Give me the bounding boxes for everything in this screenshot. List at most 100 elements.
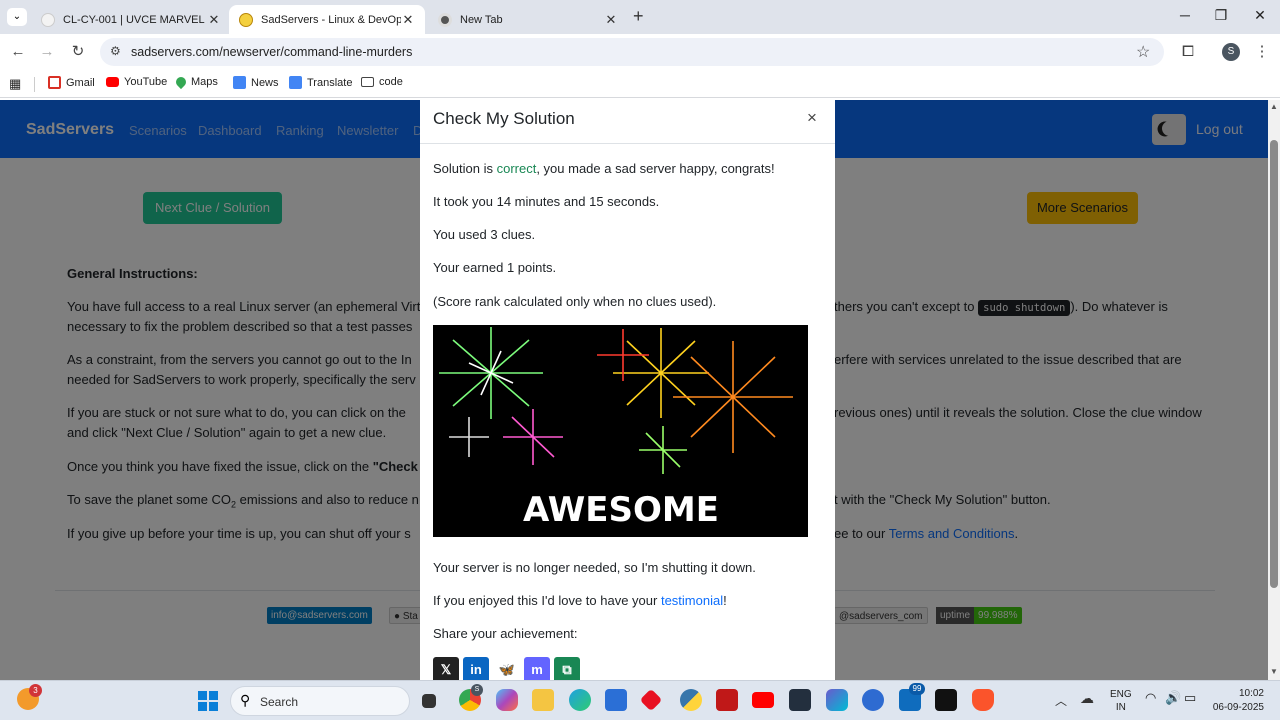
profile-avatar[interactable]: S (1222, 43, 1240, 61)
copy-link-button[interactable]: ⧉ (554, 657, 580, 680)
close-tab-icon[interactable]: ✕ (401, 12, 415, 28)
new-tab-button[interactable]: + (633, 6, 644, 27)
search-icon: ⚲ (240, 692, 251, 708)
maximize-button[interactable]: ❐ (1210, 7, 1232, 25)
bookmark-label: Maps (191, 76, 218, 88)
task-view-icon[interactable] (422, 694, 436, 708)
share-x-button[interactable]: 𝕏 (433, 657, 459, 680)
bookmark-label: News (251, 76, 279, 89)
bookmark-translate[interactable]: Translate (289, 76, 352, 89)
brave-icon[interactable] (972, 689, 994, 711)
profile-initial: S (1227, 46, 1235, 57)
bookmark-youtube[interactable]: YouTube (106, 76, 167, 88)
weather-widget[interactable]: 3 (17, 684, 42, 710)
bookmark-gmail[interactable]: Gmail (48, 76, 95, 89)
share-heading: Share your achievement: (433, 626, 578, 641)
bookmark-code[interactable]: code (361, 76, 403, 88)
tab-new-tab[interactable]: New Tab ✕ (428, 5, 628, 34)
profile-badge: S (471, 684, 483, 696)
close-tab-icon[interactable]: ✕ (604, 12, 618, 28)
apps-grid-icon[interactable]: ▦ (9, 76, 21, 92)
chrome-favicon-icon (438, 12, 452, 27)
tab-title: New Tab (460, 13, 503, 26)
modal-header: Check My Solution × (420, 100, 835, 144)
testimonial-line: If you enjoyed this I'd love to have you… (433, 593, 727, 608)
terminal-icon[interactable] (935, 689, 957, 711)
tab-title: CL-CY-001 | UVCE MARVEL (63, 13, 205, 26)
amazon-icon[interactable] (789, 689, 811, 711)
url-text[interactable]: sadservers.com/newserver/command-line-mu… (131, 45, 412, 59)
mcafee-icon[interactable] (716, 689, 738, 711)
page-scrollbar[interactable]: ▲ ▼ (1268, 100, 1280, 680)
back-arrow-icon[interactable]: ← (8, 42, 28, 62)
file-explorer-icon[interactable] (532, 689, 554, 711)
clock-time: 10:02 (1238, 688, 1264, 699)
phone-link-icon[interactable]: 99 (899, 683, 925, 711)
bookmark-news[interactable]: News (233, 76, 279, 89)
orange-burst (673, 341, 793, 453)
taskbar-search[interactable]: ⚲ Search (230, 686, 410, 716)
share-linkedin-button[interactable]: in (463, 657, 489, 680)
bookmark-label: YouTube (124, 76, 168, 88)
volume-icon[interactable]: 🔊 (1165, 690, 1181, 706)
close-window-button[interactable]: ✕ (1249, 7, 1271, 25)
battery-icon[interactable]: ▭ (1184, 690, 1196, 706)
scroll-down-arrow-icon[interactable]: ▼ (1270, 667, 1278, 676)
correct-text: correct (496, 161, 537, 176)
browser-toolbar: ← → ↻ ⚙ sadservers.com/newserver/command… (0, 34, 1280, 70)
bookmark-label: code (379, 76, 403, 88)
minimize-button[interactable]: ─ (1174, 7, 1196, 25)
microsoft-store-icon[interactable] (605, 689, 627, 711)
lime-burst (639, 426, 687, 474)
text: If you enjoyed this I'd love to have you… (433, 593, 661, 608)
reload-icon[interactable]: ↻ (68, 42, 88, 62)
close-tab-icon[interactable]: ✕ (207, 12, 221, 28)
tab-search-button[interactable]: ⌄ (7, 8, 27, 26)
time-taken: It took you 14 minutes and 15 seconds. (433, 194, 660, 209)
clock-date: 06-09-2025 (1212, 702, 1264, 713)
scroll-up-arrow-icon[interactable]: ▲ (1270, 102, 1278, 111)
show-hidden-icons[interactable]: ︿ (1055, 692, 1067, 709)
clock[interactable]: 10:02 06-09-2025 (1208, 687, 1264, 715)
x-icon: 𝕏 (440, 662, 452, 677)
scrollbar-thumb[interactable] (1270, 140, 1278, 588)
chrome-taskbar-icon[interactable]: S (459, 684, 483, 711)
maps-icon (173, 74, 189, 90)
notification-badge: 99 (909, 683, 925, 695)
translate-icon (289, 76, 302, 89)
forward-arrow-icon[interactable]: → (37, 42, 57, 62)
sad-face-favicon-icon (239, 12, 253, 27)
tab-sadservers[interactable]: SadServers - Linux & DevOps Tr ✕ (229, 5, 425, 34)
tab-uvce-marvel[interactable]: CL-CY-001 | UVCE MARVEL ✕ (31, 5, 231, 34)
address-bar[interactable]: ⚙ sadservers.com/newserver/command-line-… (100, 38, 1164, 66)
wifi-icon[interactable]: ◠ (1145, 690, 1156, 706)
points-earned: Your earned 1 points. (433, 260, 557, 275)
testimonial-link[interactable]: testimonial (661, 593, 723, 608)
yellow-burst (613, 328, 709, 418)
copilot-icon[interactable] (496, 689, 518, 711)
close-modal-button[interactable]: × (807, 108, 817, 128)
uvce-favicon-icon (41, 12, 55, 27)
app-cube-icon[interactable] (826, 689, 848, 711)
start-windows-icon[interactable] (198, 691, 218, 711)
gmail-icon (48, 76, 61, 89)
awesome-fireworks-image: AWESOME (433, 325, 808, 537)
extensions-icon[interactable]: ⧠ (1178, 42, 1198, 62)
bookmark-star-icon[interactable]: ☆ (1136, 42, 1150, 62)
onedrive-icon[interactable]: ☁ (1080, 690, 1094, 707)
app-red-diamond-icon[interactable] (639, 688, 663, 712)
site-info-icon[interactable]: ⚙ (110, 44, 121, 58)
youtube-taskbar-icon[interactable] (752, 692, 774, 708)
modal-title: Check My Solution (433, 109, 575, 128)
share-bluesky-button[interactable]: 🦋 (494, 657, 520, 680)
edge-icon[interactable] (569, 689, 591, 711)
bookmark-maps[interactable]: Maps (173, 74, 218, 90)
language-indicator[interactable]: ENG IN (1110, 688, 1132, 714)
copy-icon: ⧉ (562, 662, 572, 677)
accessibility-icon[interactable] (862, 689, 884, 711)
check-solution-modal: Check My Solution × Solution is correct,… (420, 100, 835, 680)
more-menu-icon[interactable]: ⋮ (1252, 42, 1272, 62)
share-mastodon-button[interactable]: m (524, 657, 550, 680)
python-icon[interactable] (680, 689, 702, 711)
fireworks-graphic: AWESOME (439, 327, 793, 530)
